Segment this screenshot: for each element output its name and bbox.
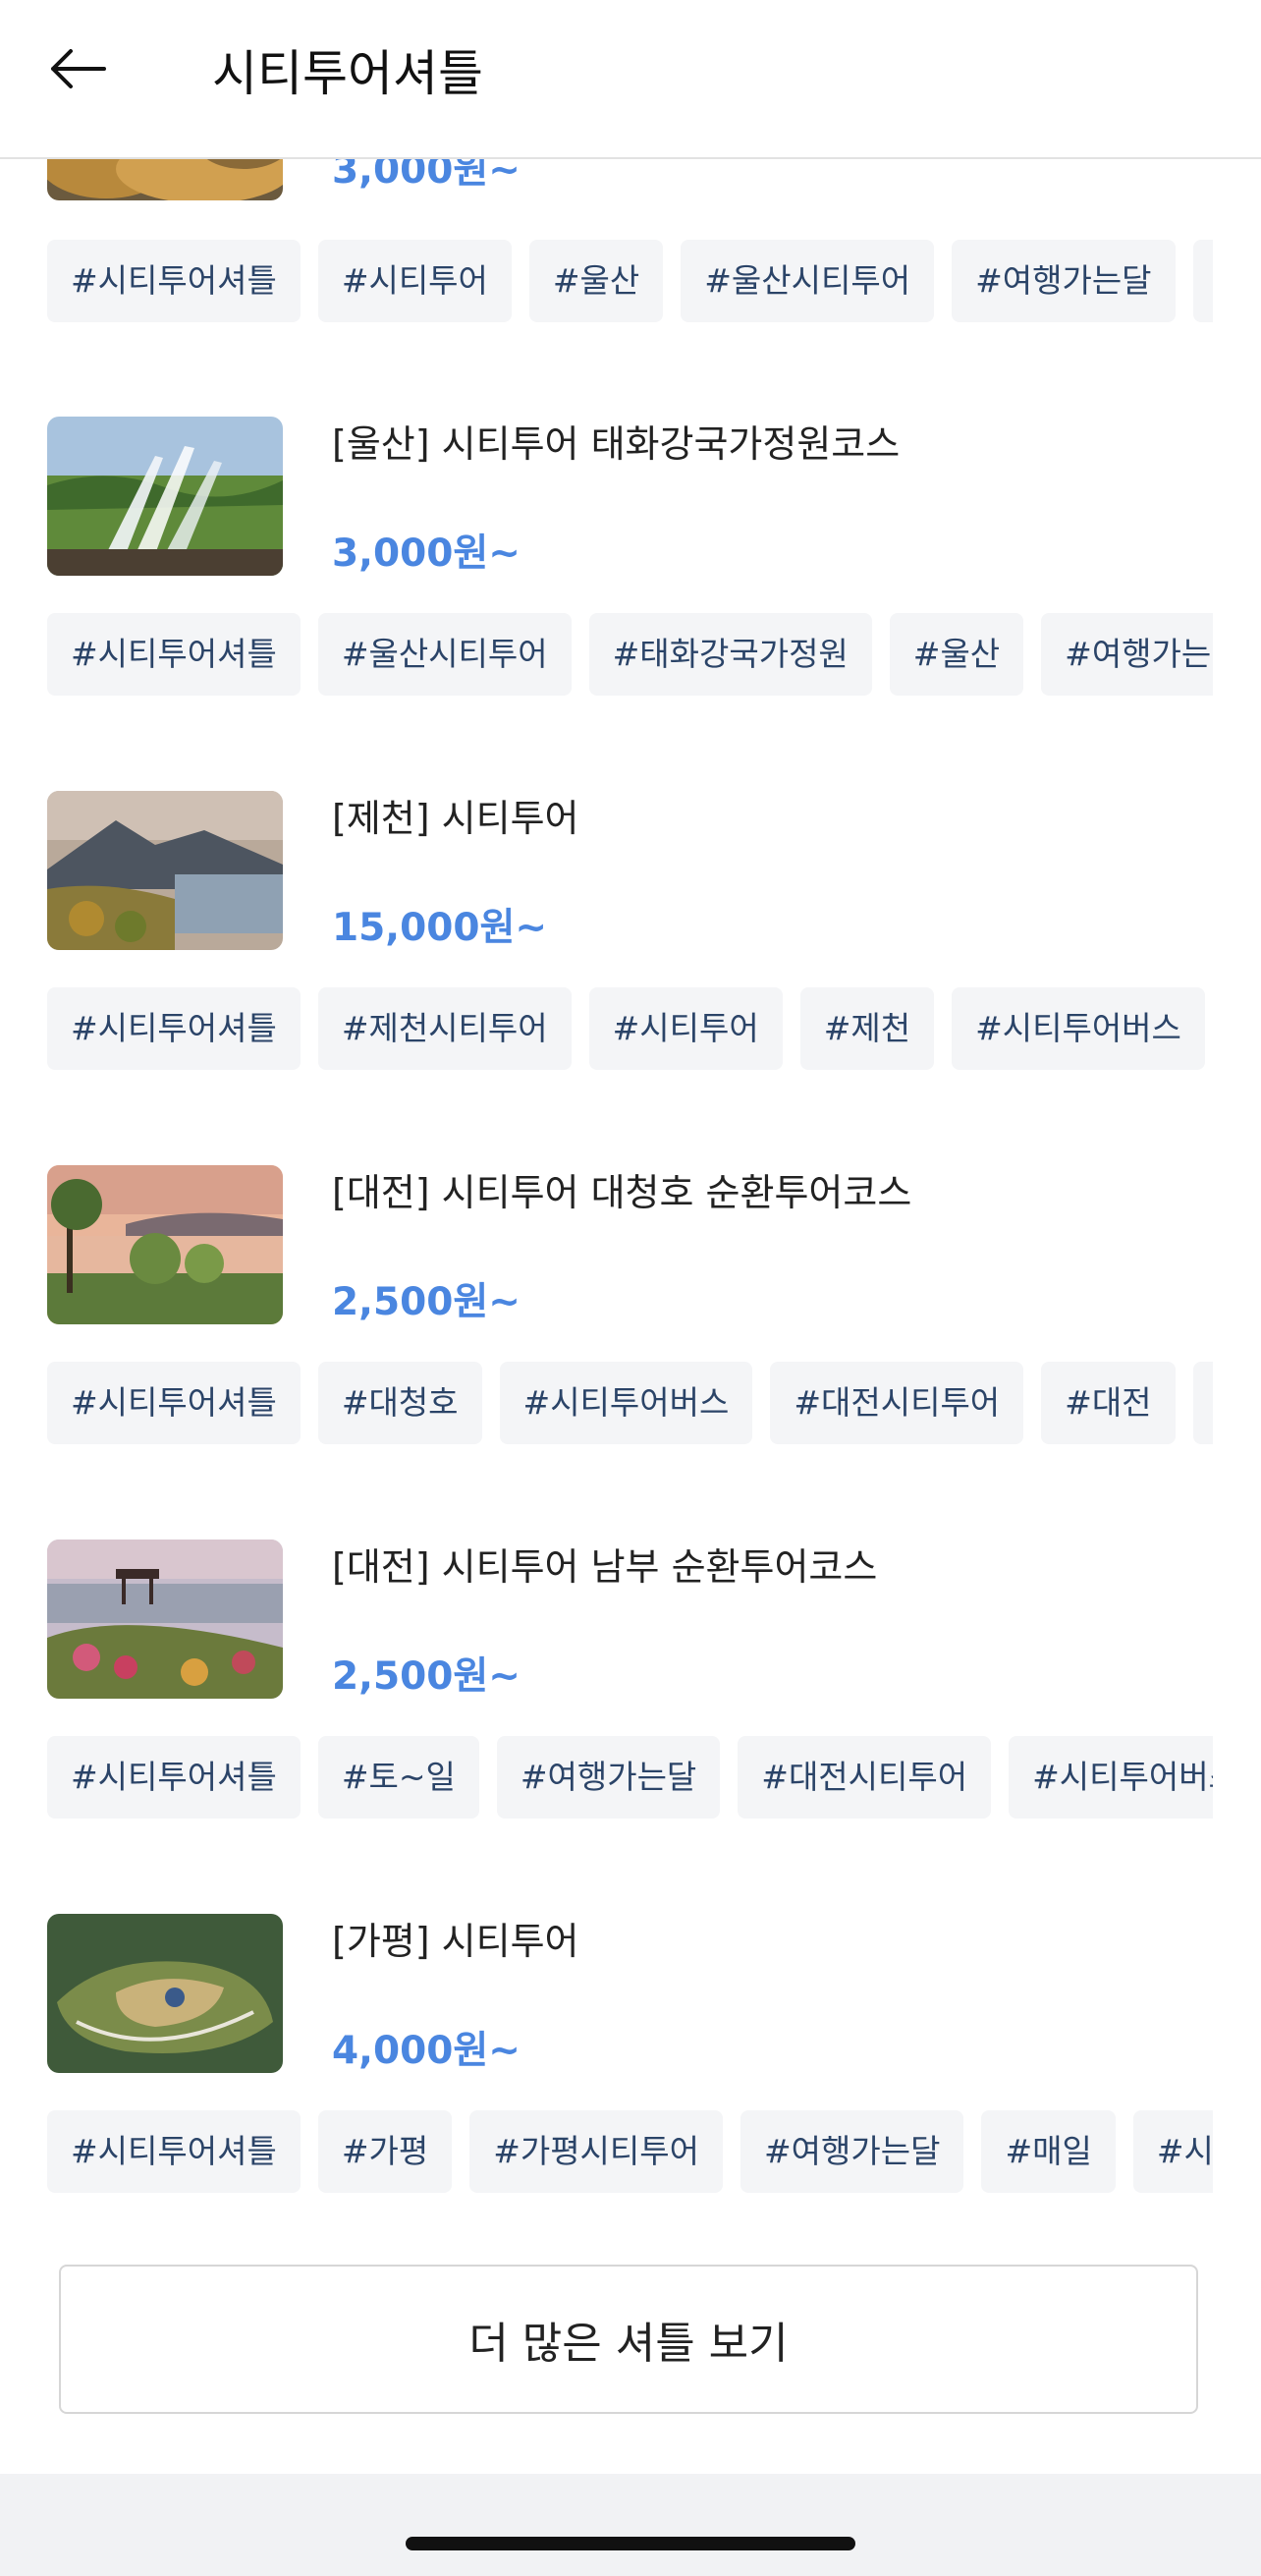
tag[interactable]: #울산 xyxy=(889,613,1024,696)
tag[interactable]: #여행가는달 xyxy=(740,2110,964,2193)
thumbnail-image xyxy=(47,1165,283,1324)
tag[interactable]: #시티투어셔틀 xyxy=(47,613,301,696)
tag-row: #시티투어셔틀#토~일#여행가는달#대전시티투어#시티투어버스 xyxy=(47,1736,1213,1819)
tag[interactable]: #시티투어셔틀 xyxy=(47,1362,301,1444)
list-item[interactable]: [대전] 시티투어 대청호 순환투어코스 2,500원~ #시티투어셔틀 #대청호… xyxy=(0,1165,1261,1539)
page-title: 시티투어셔틀 xyxy=(212,45,483,102)
tag[interactable]: #시티투어 xyxy=(317,240,512,322)
item-price: 4,000원~ xyxy=(332,2029,521,2073)
thumbnail-image xyxy=(47,1914,283,2073)
item-price: 2,500원~ xyxy=(332,1654,521,1699)
back-button[interactable] xyxy=(39,29,118,108)
thumbnail-island-garden[interactable] xyxy=(47,1914,283,2073)
tag[interactable]: #대청호 xyxy=(317,1362,482,1444)
app-header: 시티투어셔틀 xyxy=(0,0,1261,159)
item-price: 3,000원~ xyxy=(332,532,521,576)
list-item[interactable]: [대전] 시티투어 남부 순환투어코스 2,500원~ #시티투어셔틀 #토~일 #… xyxy=(0,1540,1261,1913)
thumbnail-pavilion-city[interactable] xyxy=(47,1540,283,1699)
tag[interactable]: #태화강국가정원 xyxy=(588,613,872,696)
thumbnail-lakeside-sunset[interactable] xyxy=(47,1165,283,1324)
thumbnail-lake-mountain[interactable] xyxy=(47,791,283,950)
tag[interactable]: #시티투어버스 xyxy=(952,987,1205,1070)
item-title[interactable]: [제천] 시티투어 xyxy=(332,791,579,846)
tag[interactable]: #시티투어셔틀 xyxy=(47,987,301,1070)
tag[interactable]: #시티투어버스 xyxy=(1009,1736,1213,1819)
list-item[interactable]: [가평] 시티투어 4,000원~ #시티투어셔틀 #가평 #가평시티투어 #여행가는… xyxy=(0,1914,1261,2287)
thumbnail-image xyxy=(47,417,283,576)
thumbnail-fountain-garden[interactable] xyxy=(47,417,283,576)
tag[interactable]: #시티투어버스 xyxy=(499,1362,753,1444)
tag[interactable]: #대전 xyxy=(1041,1362,1176,1444)
tag-row: #시티투어셔틀#가평#가평시티투어#여행가는달#매일#시티 xyxy=(47,2110,1213,2193)
more-shuttles-button[interactable]: 더 많은 셔틀 보기 xyxy=(59,2265,1198,2414)
tag-row: #시티투어셔틀 #제천시티투어 #시티투어 #제천 #시티투어버스 xyxy=(47,987,1213,1070)
item-title[interactable]: [울산] 시티투어 태화강국가정원코스 xyxy=(332,417,900,472)
tag[interactable]: #여행가는달 xyxy=(496,1736,721,1819)
tag[interactable]: #시티투어셔틀 xyxy=(47,240,301,322)
tag[interactable]: #시티투어셔틀 xyxy=(47,2110,301,2193)
tag[interactable]: #시티 xyxy=(1132,2110,1213,2193)
tag-row: #시티투어셔틀#울산시티투어#태화강국가정원#울산#여행가는달 xyxy=(47,613,1213,696)
tag[interactable]: #가평시티투어 xyxy=(469,2110,723,2193)
tag[interactable]: # xyxy=(1192,240,1213,322)
list-item[interactable]: [울산] 시티투어 태화강국가정원코스 3,000원~ #시티투어셔틀 #울산시티… xyxy=(0,417,1261,790)
tag[interactable]: #여행가는달 xyxy=(1041,613,1213,696)
tag[interactable]: #대전시티투어 xyxy=(738,1736,992,1819)
item-title[interactable]: [가평] 시티투어 xyxy=(332,1914,579,1969)
item-price: 2,500원~ xyxy=(332,1280,521,1324)
home-indicator[interactable] xyxy=(406,2537,855,2550)
arrow-left-icon xyxy=(51,49,106,88)
tag[interactable]: #울산 xyxy=(528,240,664,322)
tag[interactable]: #제천시티투어 xyxy=(317,987,572,1070)
tag[interactable]: #울산시티투어 xyxy=(317,613,572,696)
tag-row: #시티투어셔틀#대청호#시티투어버스#대전시티투어#대전# xyxy=(47,1362,1213,1444)
item-title[interactable]: [대전] 시티투어 남부 순환투어코스 xyxy=(332,1540,877,1595)
tag[interactable]: #시티투어 xyxy=(588,987,783,1070)
tag[interactable]: #토~일 xyxy=(317,1736,479,1819)
tag[interactable]: #제천 xyxy=(799,987,935,1070)
tag[interactable]: #가평 xyxy=(317,2110,453,2193)
list-item[interactable]: [제천] 시티투어 15,000원~ #시티투어셔틀 #제천시티투어 #시티투어 #제… xyxy=(0,791,1261,1164)
tag[interactable]: #울산시티투어 xyxy=(681,240,935,322)
tag[interactable]: #시티투어셔틀 xyxy=(47,1736,301,1819)
tag[interactable]: #대전시티투어 xyxy=(770,1362,1024,1444)
tag-row: #시티투어셔틀#시티투어#울산#울산시티투어#여행가는달# xyxy=(47,240,1213,322)
tag[interactable]: #매일 xyxy=(981,2110,1116,2193)
tag[interactable]: #여행가는달 xyxy=(952,240,1176,322)
item-title[interactable]: [대전] 시티투어 대청호 순환투어코스 xyxy=(332,1165,911,1220)
item-price: 15,000원~ xyxy=(332,906,548,950)
thumbnail-image xyxy=(47,1540,283,1699)
tag[interactable]: # xyxy=(1192,1362,1213,1444)
thumbnail-image xyxy=(47,791,283,950)
bottom-area xyxy=(0,2474,1261,2576)
